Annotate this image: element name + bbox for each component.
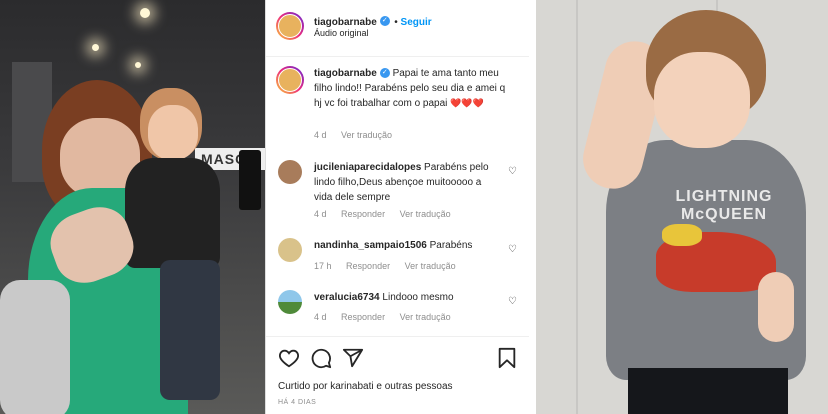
- bookmark-icon[interactable]: [496, 347, 518, 369]
- ceiling-light: [140, 8, 150, 18]
- caption: tiagobarnabe ✓ Papai te ama tanto meu fil…: [314, 66, 514, 111]
- like-comment-icon[interactable]: ♡: [508, 244, 518, 255]
- boy-hand: [758, 272, 794, 342]
- comment-meta: 17 h Responder Ver tradução: [314, 261, 456, 271]
- gap: [529, 0, 536, 414]
- comment-icon[interactable]: [310, 347, 332, 369]
- share-icon[interactable]: [342, 347, 364, 369]
- boy-face: [654, 52, 750, 148]
- comment: nandinha_sampaio1506 Parabéns: [314, 238, 500, 253]
- ceiling-light: [135, 62, 141, 68]
- boy-pants: [628, 368, 788, 414]
- reply-link[interactable]: Responder: [341, 209, 385, 219]
- left-photo: MASCU: [0, 0, 265, 414]
- reply-link[interactable]: Responder: [341, 312, 385, 322]
- translate-link[interactable]: Ver tradução: [405, 261, 456, 271]
- comment-text: Lindooo mesmo: [382, 292, 454, 303]
- caption-meta: 4 d Ver tradução: [314, 130, 392, 140]
- ceiling-light: [92, 44, 99, 51]
- foreground-arm: [0, 280, 70, 414]
- comment-time: 4 d: [314, 312, 327, 322]
- caption-translate-link[interactable]: Ver tradução: [341, 130, 392, 140]
- post-date: HÁ 4 DIAS: [278, 399, 317, 406]
- post-header: tiagobarnabe ✓ • Seguir Áudio original: [266, 0, 530, 57]
- shirt-line1: LIGHTNING: [675, 188, 773, 205]
- comment-time: 4 d: [314, 209, 327, 219]
- heart-icon[interactable]: [278, 347, 300, 369]
- kid-face: [148, 105, 198, 160]
- kid-shirt: [125, 158, 220, 268]
- commenter-avatar[interactable]: [278, 238, 302, 262]
- commenter-avatar[interactable]: [278, 160, 302, 184]
- verified-icon: ✓: [379, 68, 390, 79]
- like-comment-icon[interactable]: ♡: [508, 166, 518, 177]
- instagram-post-panel: tiagobarnabe ✓ • Seguir Áudio original ti…: [265, 0, 531, 414]
- commenter-avatar[interactable]: [278, 290, 302, 314]
- verified-icon: ✓: [379, 15, 390, 26]
- caption-time: 4 d: [314, 130, 327, 140]
- likes-summary[interactable]: Curtido por karinabati e outras pessoas: [278, 381, 453, 392]
- reply-link[interactable]: Responder: [346, 261, 390, 271]
- audio-label[interactable]: Áudio original: [314, 28, 369, 38]
- right-photo: LIGHTNING McQUEEN: [536, 0, 828, 414]
- comment: veralucia6734 Lindooo mesmo: [314, 290, 500, 305]
- like-comment-icon[interactable]: ♡: [508, 296, 518, 307]
- comment-text: Parabéns: [429, 240, 473, 251]
- comment-username[interactable]: nandinha_sampaio1506: [314, 240, 427, 251]
- caption-avatar[interactable]: [276, 66, 304, 94]
- shirt-print: LIGHTNING McQUEEN: [654, 188, 794, 224]
- kid-legs: [160, 260, 220, 400]
- wall-line: [576, 0, 578, 414]
- hearts-emoji: ❤️❤️❤️: [450, 98, 484, 108]
- comment-meta: 4 d Responder Ver tradução: [314, 312, 451, 322]
- comment-username[interactable]: veralucia6734: [314, 292, 380, 303]
- author-username[interactable]: tiagobarnabe: [314, 17, 377, 28]
- comment-username[interactable]: jucileniaparecidalopes: [314, 162, 421, 173]
- comment-time: 17 h: [314, 261, 332, 271]
- translate-link[interactable]: Ver tradução: [400, 209, 451, 219]
- follow-button[interactable]: Seguir: [401, 17, 432, 28]
- post-actions: Curtido por karinabati e outras pessoas …: [266, 336, 530, 414]
- comment: jucileniaparecidalopes Parabéns pelo lin…: [314, 160, 500, 205]
- caption-username[interactable]: tiagobarnabe: [314, 68, 377, 79]
- shirt-line2: McQUEEN: [680, 206, 768, 223]
- translate-link[interactable]: Ver tradução: [400, 312, 451, 322]
- phone: [239, 150, 261, 210]
- car-graphic-2: [662, 224, 702, 246]
- author-avatar[interactable]: [276, 12, 304, 40]
- comment-meta: 4 d Responder Ver tradução: [314, 209, 451, 219]
